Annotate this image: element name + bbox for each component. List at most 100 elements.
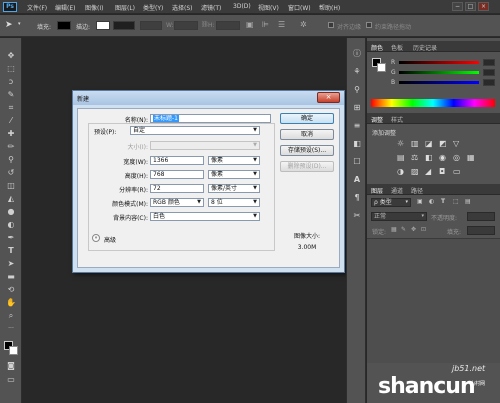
align-edges-checkbox[interactable] [328, 22, 334, 28]
hand-tool-icon[interactable]: ✋ [5, 297, 17, 308]
menu-type[interactable]: 类型(Y) [143, 3, 163, 12]
info-icon[interactable]: ⓘ [351, 48, 363, 60]
path-selection-tool-icon[interactable]: ➤ [5, 258, 17, 269]
tab-channels[interactable]: 通道 [391, 186, 403, 195]
color-mode-dropdown[interactable]: RGB 颜色 ▼ [150, 198, 204, 207]
path-select-tool-icon[interactable]: ➤ [5, 20, 13, 30]
menu-view[interactable]: 视图(V) [258, 3, 279, 12]
layer-filter-dropdown[interactable]: ρ 类型 ▾ [371, 198, 411, 207]
fill-swatch[interactable] [57, 21, 71, 30]
blend-mode-dropdown[interactable]: 正常 ▾ [371, 212, 427, 221]
photo-filter-icon[interactable]: ◉ [439, 153, 446, 162]
history-brush-tool-icon[interactable]: ↺ [5, 167, 17, 178]
channel-mixer-icon[interactable]: ◎ [453, 153, 460, 162]
resolution-field[interactable]: 72 [150, 184, 204, 193]
selective-color-icon[interactable]: ◘ [439, 167, 445, 176]
menu-3d[interactable]: 3D(D) [233, 3, 251, 10]
crop-tool-icon[interactable]: ⌗ [5, 102, 17, 113]
window-close-button[interactable]: × [478, 2, 489, 11]
fill-field[interactable] [467, 226, 495, 235]
more-tools-icon[interactable]: ··· [5, 323, 17, 334]
hue-saturation-icon[interactable]: ▤ [397, 153, 405, 162]
background-dropdown[interactable]: 白色 ▼ [150, 212, 260, 221]
width-unit-dropdown[interactable]: 像素 ▼ [208, 156, 260, 165]
screen-mode-icon[interactable]: ▭ [5, 374, 17, 385]
menu-layer[interactable]: 图层(L) [115, 3, 135, 12]
panel-background-swatch[interactable] [377, 63, 386, 72]
save-preset-button[interactable]: 存储预设(S)... [280, 145, 334, 156]
settings-gear-icon[interactable]: ✲ [300, 20, 307, 29]
actions-icon[interactable]: ≡ [351, 120, 363, 132]
name-field[interactable]: 未标题-1 [150, 114, 271, 123]
blue-slider[interactable] [399, 81, 479, 84]
width-field[interactable]: 1366 [150, 156, 204, 165]
lock-all-icon[interactable]: ⊡ [421, 226, 426, 233]
size-dropdown[interactable]: ▼ [150, 141, 260, 150]
styles-icon[interactable]: ☐ [351, 156, 363, 168]
delete-preset-button[interactable]: 删除预设(D)... [280, 161, 334, 172]
advanced-label[interactable]: 高级 [104, 235, 116, 244]
constrain-path-checkbox[interactable] [366, 22, 372, 28]
clone-stamp-tool-icon[interactable]: ⚲ [5, 154, 17, 165]
stroke-type-dropdown[interactable] [140, 21, 162, 30]
pen-tool-icon[interactable]: ✒ [5, 232, 17, 243]
dialog-titlebar[interactable]: 新建 × [73, 91, 344, 105]
background-color-swatch[interactable] [9, 346, 18, 355]
marquee-tool-icon[interactable]: ⬚ [5, 63, 17, 74]
history-icon[interactable]: ⊞ [351, 102, 363, 114]
adjustments-icon[interactable]: ◧ [351, 138, 363, 150]
lock-pixels-icon[interactable]: ✎ [401, 226, 406, 233]
tool-presets-icon[interactable]: ✂ [351, 210, 363, 222]
brush-tool-icon[interactable]: ✏ [5, 141, 17, 152]
lasso-tool-icon[interactable]: ↄ [5, 76, 17, 87]
menu-filter[interactable]: 滤镜(T) [201, 3, 221, 12]
menu-file[interactable]: 文件(F) [27, 3, 47, 12]
type-tool-icon[interactable]: T [5, 245, 17, 256]
menu-select[interactable]: 选择(S) [172, 3, 193, 12]
quick-mask-icon[interactable]: ◙ [5, 360, 17, 371]
tab-color[interactable]: 颜色 [371, 43, 383, 52]
tab-styles[interactable]: 样式 [391, 115, 403, 124]
path-arrangement-icon[interactable]: ☰ [278, 20, 285, 29]
height-field[interactable] [216, 21, 240, 30]
brush-presets-icon[interactable]: ⚘ [351, 66, 363, 78]
bit-depth-dropdown[interactable]: 8 位 ▼ [208, 198, 260, 207]
brightness-contrast-icon[interactable]: ☼ [397, 139, 404, 148]
menu-edit[interactable]: 编辑(E) [55, 3, 75, 12]
curves-icon[interactable]: ◪ [425, 139, 433, 148]
tab-history[interactable]: 历史记录 [413, 43, 437, 52]
healing-brush-tool-icon[interactable]: ✚ [5, 128, 17, 139]
color-spectrum-ramp[interactable] [371, 99, 495, 107]
stroke-width-field[interactable] [113, 21, 135, 30]
height-field[interactable]: 768 [150, 170, 204, 179]
advanced-expand-icon[interactable]: » [92, 234, 100, 242]
width-field[interactable] [174, 21, 198, 30]
eraser-tool-icon[interactable]: ◫ [5, 180, 17, 191]
filter-smart-object-icon[interactable]: ▤ [465, 198, 471, 205]
invert-icon[interactable]: ◑ [397, 167, 404, 176]
tab-swatches[interactable]: 色板 [391, 43, 403, 52]
green-slider[interactable] [399, 71, 479, 74]
filter-shape-icon[interactable]: ⬚ [453, 198, 459, 205]
red-slider[interactable] [399, 61, 479, 64]
3d-tool-icon[interactable]: ⟲ [5, 284, 17, 295]
move-tool-icon[interactable]: ✥ [5, 50, 17, 61]
levels-icon[interactable]: ▥ [411, 139, 419, 148]
opacity-field[interactable] [467, 212, 495, 221]
tool-preset-dropdown-icon[interactable]: ▾ [18, 21, 21, 27]
preset-dropdown[interactable]: 自定 ▼ [130, 126, 260, 135]
cancel-button[interactable]: 取消 [280, 129, 334, 140]
minimize-button[interactable]: − [452, 2, 463, 11]
red-value-field[interactable] [483, 59, 495, 66]
gradient-map-icon[interactable]: ▭ [453, 167, 461, 176]
menu-image[interactable]: 图像(I) [85, 3, 103, 12]
clone-source-icon[interactable]: ⚲ [351, 84, 363, 96]
dialog-close-button[interactable]: × [317, 92, 340, 103]
black-white-icon[interactable]: ◧ [425, 153, 433, 162]
path-alignment-icon[interactable]: ⊫ [262, 20, 269, 29]
vibrance-icon[interactable]: ▽ [453, 139, 459, 148]
ok-button[interactable]: 确定 [280, 113, 334, 124]
paint-bucket-tool-icon[interactable]: ◭ [5, 193, 17, 204]
exposure-icon[interactable]: ◩ [439, 139, 447, 148]
character-icon[interactable]: A [351, 174, 363, 186]
